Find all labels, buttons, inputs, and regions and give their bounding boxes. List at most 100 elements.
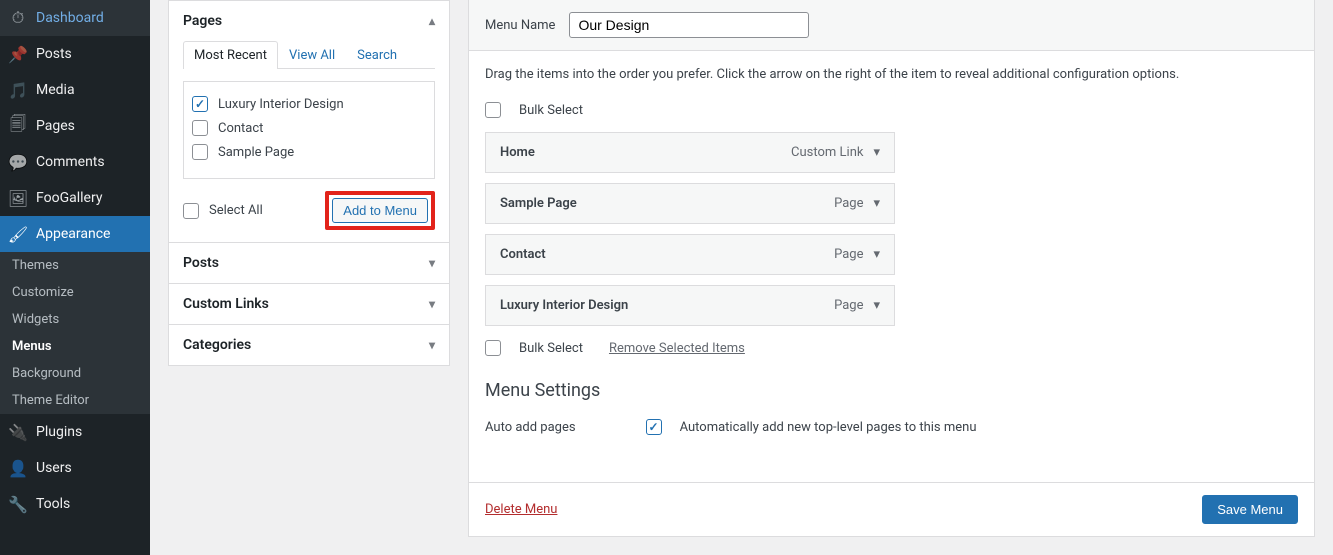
tab-view-all[interactable]: View All [278, 41, 346, 69]
tab-search[interactable]: Search [346, 41, 408, 69]
menu-item[interactable]: Contact Page ▾ [485, 234, 895, 275]
nav-comments[interactable]: 💬 Comments [0, 144, 150, 180]
nav-pages[interactable]: 🗐 Pages [0, 108, 150, 144]
menu-item-type: Page ▾ [834, 247, 880, 262]
menu-item-title: Sample Page [500, 196, 577, 211]
nav-tools[interactable]: 🔧 Tools [0, 486, 150, 522]
menu-item[interactable]: Home Custom Link ▾ [485, 132, 895, 173]
accordion: Pages ▴ Most Recent View All Search Luxu… [168, 0, 450, 366]
gallery-icon: 🖼 [8, 188, 28, 208]
sub-widgets[interactable]: Widgets [0, 306, 150, 333]
acc-pages-head[interactable]: Pages ▴ [169, 1, 449, 41]
nav-users[interactable]: 👤 Users [0, 450, 150, 486]
nav-label: Plugins [36, 424, 82, 440]
caret-down-icon: ▾ [429, 297, 435, 311]
bulk-select-label: Bulk Select [519, 103, 583, 118]
type-label: Custom Link [791, 145, 863, 160]
caret-down-icon[interactable]: ▾ [873, 145, 880, 160]
bulk-select-checkbox[interactable] [485, 340, 501, 356]
menu-name-row: Menu Name [469, 0, 1314, 51]
bulk-select-label: Bulk Select [519, 341, 583, 356]
pages-tabs: Most Recent View All Search [183, 41, 435, 69]
wrench-icon: 🔧 [8, 494, 28, 514]
auto-add-row: Auto add pages Automatically add new top… [485, 411, 1298, 443]
nav-media[interactable]: 🎵 Media [0, 72, 150, 108]
admin-sidebar: ⏱ Dashboard 📌 Posts 🎵 Media 🗐 Pages 💬 Co… [0, 0, 150, 555]
plug-icon: 🔌 [8, 422, 28, 442]
page-checkbox[interactable] [192, 144, 208, 160]
select-all-checkbox[interactable] [183, 203, 199, 219]
sub-menus[interactable]: Menus [0, 333, 150, 360]
acc-title: Pages [183, 13, 222, 29]
menu-item[interactable]: Luxury Interior Design Page ▾ [485, 285, 895, 326]
auto-add-checkbox[interactable] [646, 419, 662, 435]
delete-menu-link[interactable]: Delete Menu [485, 502, 557, 517]
nav-dashboard[interactable]: ⏱ Dashboard [0, 0, 150, 36]
nav-plugins[interactable]: 🔌 Plugins [0, 414, 150, 450]
acc-title: Categories [183, 337, 251, 353]
acc-title: Posts [183, 255, 219, 271]
menu-editor: Menu Name Drag the items into the order … [468, 0, 1315, 537]
sub-themes[interactable]: Themes [0, 252, 150, 279]
menu-item-title: Home [500, 145, 535, 160]
auto-add-option: Automatically add new top-level pages to… [646, 419, 977, 435]
type-label: Page [834, 298, 863, 313]
nav-foogallery[interactable]: 🖼 FooGallery [0, 180, 150, 216]
type-label: Page [834, 196, 863, 211]
acc-custom-links-head[interactable]: Custom Links ▾ [169, 283, 449, 324]
tab-most-recent[interactable]: Most Recent [183, 41, 278, 69]
acc-categories-head[interactable]: Categories ▾ [169, 324, 449, 365]
nav-posts[interactable]: 📌 Posts [0, 36, 150, 72]
save-menu-button[interactable]: Save Menu [1202, 495, 1298, 524]
type-label: Page [834, 247, 863, 262]
main-area: Pages ▴ Most Recent View All Search Luxu… [150, 0, 1333, 555]
auto-add-label: Auto add pages [485, 420, 576, 435]
nav-label: Appearance [36, 226, 110, 242]
nav-appearance[interactable]: 🖌 Appearance [0, 216, 150, 252]
bulk-select-top: Bulk Select [485, 102, 1298, 118]
acc-pages-footer: Select All Add to Menu [169, 179, 449, 230]
page-label: Luxury Interior Design [218, 97, 344, 112]
menu-settings-heading: Menu Settings [485, 380, 1298, 401]
remove-selected-link[interactable]: Remove Selected Items [609, 341, 745, 356]
menu-item-type: Custom Link ▾ [791, 145, 880, 160]
menu-item-type: Page ▾ [834, 196, 880, 211]
dashboard-icon: ⏱ [8, 8, 28, 28]
media-icon: 🎵 [8, 80, 28, 100]
caret-down-icon[interactable]: ▾ [873, 247, 880, 262]
brush-icon: 🖌 [8, 224, 28, 244]
highlight-annotation: Add to Menu [325, 191, 435, 230]
auto-add-desc: Automatically add new top-level pages to… [680, 420, 977, 435]
comments-icon: 💬 [8, 152, 28, 172]
menu-name-input[interactable] [569, 12, 809, 38]
user-icon: 👤 [8, 458, 28, 478]
nav-label: Pages [36, 118, 75, 134]
menu-item[interactable]: Sample Page Page ▾ [485, 183, 895, 224]
page-checkbox[interactable] [192, 120, 208, 136]
nav-label: Tools [36, 496, 70, 512]
acc-posts-head[interactable]: Posts ▾ [169, 242, 449, 283]
page-checkbox[interactable] [192, 96, 208, 112]
add-items-column: Pages ▴ Most Recent View All Search Luxu… [168, 0, 450, 537]
caret-down-icon[interactable]: ▾ [873, 196, 880, 211]
add-to-menu-button[interactable]: Add to Menu [332, 198, 428, 223]
caret-down-icon[interactable]: ▾ [873, 298, 880, 313]
nav-label: Dashboard [36, 10, 104, 26]
select-all-label: Select All [209, 203, 263, 218]
sub-background[interactable]: Background [0, 360, 150, 387]
sub-theme-editor[interactable]: Theme Editor [0, 387, 150, 414]
nav-label: Posts [36, 46, 72, 62]
menu-item-type: Page ▾ [834, 298, 880, 313]
menu-body: Drag the items into the order you prefer… [469, 51, 1314, 482]
sub-customize[interactable]: Customize [0, 279, 150, 306]
nav-label: Comments [36, 154, 105, 170]
caret-down-icon: ▾ [429, 338, 435, 352]
acc-title: Custom Links [183, 296, 269, 312]
instructions-text: Drag the items into the order you prefer… [485, 67, 1298, 82]
nav-label: Users [36, 460, 72, 476]
bulk-select-bottom: Bulk Select Remove Selected Items [485, 340, 1298, 356]
menu-name-label: Menu Name [485, 18, 555, 33]
pin-icon: 📌 [8, 44, 28, 64]
nav-label: Media [36, 82, 75, 98]
bulk-select-checkbox[interactable] [485, 102, 501, 118]
